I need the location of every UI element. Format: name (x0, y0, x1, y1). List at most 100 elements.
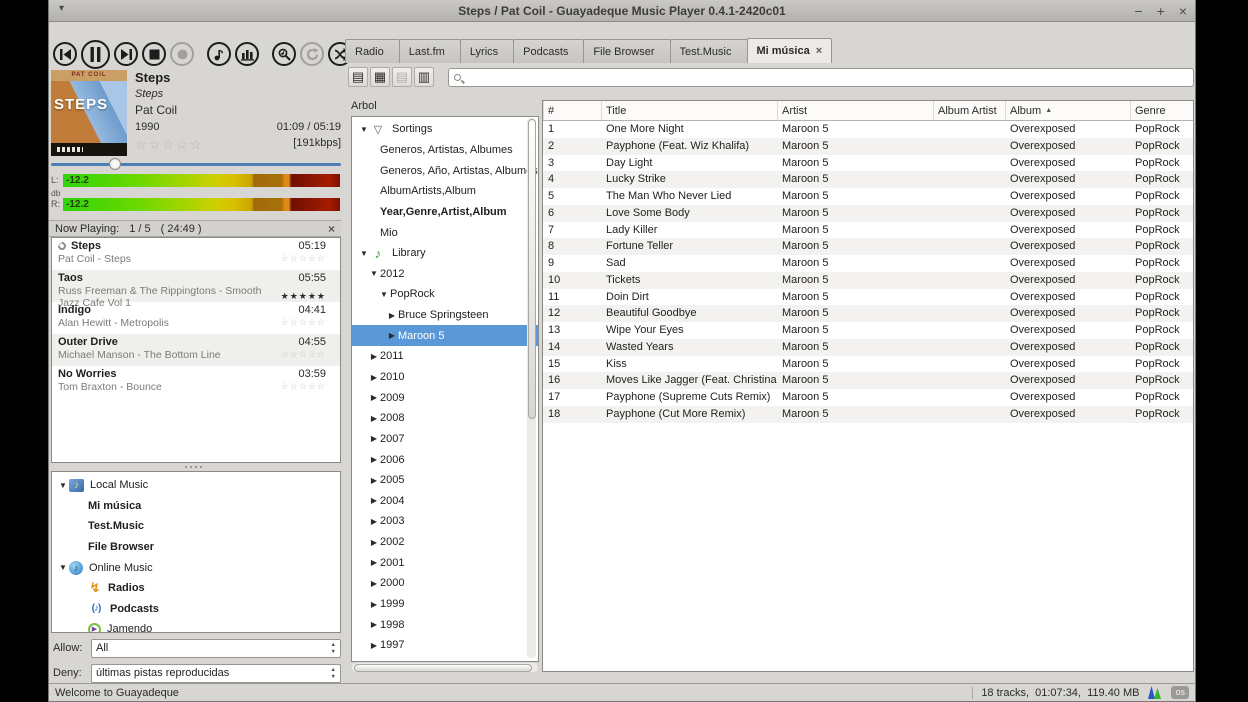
tree-view-icon[interactable]: ▥ (414, 67, 434, 87)
library-tree-item[interactable]: AlbumArtists,Album (352, 181, 538, 202)
tab-close-icon[interactable]: × (816, 45, 822, 57)
tree-expander-icon[interactable]: ▶ (368, 558, 380, 567)
tree-expander-icon[interactable]: ▶ (368, 455, 380, 464)
previous-button[interactable] (53, 42, 77, 66)
notebook-tab[interactable]: Mi música × (747, 38, 833, 63)
library-tree-item[interactable]: ▶ 2009 (352, 387, 538, 408)
notebook-tab[interactable]: Test.Music (670, 39, 748, 63)
allow-filter-select[interactable]: All ▲▼ (91, 639, 341, 658)
library-tree-item[interactable]: ▶ Bruce Springsteen (352, 305, 538, 326)
library-tree-item[interactable]: ▼ 2012 (352, 263, 538, 284)
sources-tree-item[interactable]: Jamendo (52, 619, 340, 633)
table-row[interactable]: 12 Beautiful Goodbye Maroon 5 Overexpose… (543, 305, 1193, 322)
now-playing-close-icon[interactable]: × (328, 222, 335, 236)
tree-expander-icon[interactable]: ▶ (386, 331, 398, 340)
sources-tree-item[interactable]: Mi música (52, 496, 340, 517)
tree-vertical-scrollbar[interactable] (527, 118, 536, 658)
table-row[interactable]: 7 Lady Killer Maroon 5 Overexposed PopRo… (543, 222, 1193, 239)
repeat-button[interactable] (300, 42, 324, 66)
search-input[interactable] (465, 71, 1188, 83)
notebook-tab[interactable]: Last.fm (399, 39, 461, 63)
sources-tree-item[interactable]: ▼ Local Music (52, 475, 340, 496)
library-tree-item[interactable]: ▶ 2011 (352, 346, 538, 367)
library-tree-item[interactable]: ▶ Maroon 5 (352, 325, 538, 346)
table-column-header[interactable]: Album Artist (933, 101, 1005, 120)
table-row[interactable]: 4 Lucky Strike Maroon 5 Overexposed PopR… (543, 171, 1193, 188)
sources-tree-item[interactable]: Podcasts (52, 599, 340, 620)
library-tree-item[interactable]: ▶ 2001 (352, 552, 538, 573)
table-column-header[interactable]: Genre (1130, 101, 1193, 120)
library-tree-item[interactable]: ▼ Library (352, 243, 538, 264)
tree-expander-icon[interactable]: ▶ (386, 311, 398, 320)
spinner-arrows-icon[interactable]: ▲▼ (331, 642, 336, 656)
playlist-item-rating[interactable]: ☆☆☆☆☆ (281, 253, 326, 264)
sources-tree-item[interactable]: File Browser (52, 537, 340, 558)
search-box[interactable] (448, 68, 1194, 87)
tree-horizontal-scrollbar-thumb[interactable] (354, 664, 532, 672)
tree-expander-icon[interactable]: ▼ (358, 125, 370, 134)
tree-expander-icon[interactable]: ▶ (368, 496, 380, 505)
table-column-header[interactable]: Title (601, 101, 777, 120)
tree-expander-icon[interactable]: ▶ (368, 352, 380, 361)
equalizer-button[interactable] (235, 42, 259, 66)
tree-expander-icon[interactable]: ▶ (368, 579, 380, 588)
playlist-item-rating[interactable]: ☆☆☆☆☆ (281, 317, 326, 328)
notebook-tab[interactable]: Radio (345, 39, 400, 63)
library-tree-item[interactable]: ▶ 2000 (352, 573, 538, 594)
audioscrobble-icon[interactable] (1147, 686, 1163, 699)
library-tree-item[interactable]: Mio (352, 222, 538, 243)
tree-expander-icon[interactable]: ▶ (368, 517, 380, 526)
library-tree-item[interactable]: ▶ 2003 (352, 511, 538, 532)
table-row[interactable]: 1 One More Night Maroon 5 Overexposed Po… (543, 121, 1193, 138)
table-row[interactable]: 9 Sad Maroon 5 Overexposed PopRock (543, 255, 1193, 272)
tree-expander-icon[interactable]: ▶ (368, 661, 380, 662)
titlebar[interactable]: ▾ Steps / Pat Coil - Guayadeque Music Pl… (49, 0, 1195, 22)
pane-splitter[interactable] (49, 463, 341, 471)
tree-expander-icon[interactable]: ▶ (368, 476, 380, 485)
sources-tree-item[interactable]: Test.Music (52, 516, 340, 537)
track-list-view-icon[interactable]: ▤ (348, 67, 368, 87)
playlist-item-rating[interactable]: ☆☆☆☆☆ (281, 381, 326, 392)
tree-expander-icon[interactable]: ▼ (358, 249, 370, 258)
playlist-item[interactable]: No Worries 03:59 Tom Braxton - Bounce ☆☆… (52, 366, 340, 398)
library-tree-item[interactable]: ▶ 1999 (352, 594, 538, 615)
maximize-button[interactable]: + (1157, 0, 1165, 22)
smart-play-button[interactable] (272, 42, 296, 66)
pause-button[interactable] (81, 40, 110, 69)
sources-tree-item[interactable]: Radios (52, 578, 340, 599)
library-tree-item[interactable]: ▼ PopRock (352, 284, 538, 305)
album-grid-view-icon[interactable]: ▦ (370, 67, 390, 87)
progress-knob[interactable] (109, 158, 121, 170)
deny-filter-select[interactable]: últimas pistas reproducidas ▲▼ (91, 664, 341, 683)
tree-expander-icon[interactable]: ▼ (57, 563, 69, 572)
library-tree-item[interactable]: ▶ 1998 (352, 614, 538, 635)
library-tree-item[interactable]: ▶ 2010 (352, 367, 538, 388)
library-tree-item[interactable]: Year,Genre,Artist,Album (352, 202, 538, 223)
library-tree-item[interactable]: ▶ 1997 (352, 635, 538, 656)
table-row[interactable]: 16 Moves Like Jagger (Feat. Christina Ag… (543, 372, 1193, 389)
tree-expander-icon[interactable]: ▶ (368, 414, 380, 423)
tree-expander-icon[interactable]: ▶ (368, 434, 380, 443)
table-row[interactable]: 3 Day Light Maroon 5 Overexposed PopRock (543, 155, 1193, 172)
spinner-arrows-icon[interactable]: ▲▼ (331, 667, 336, 681)
notebook-tab[interactable]: Lyrics (460, 39, 514, 63)
table-column-header[interactable]: Artist (777, 101, 933, 120)
playlist-item[interactable]: Steps 05:19 Pat Coil - Steps ☆☆☆☆☆ (52, 238, 340, 270)
table-row[interactable]: 14 Wasted Years Maroon 5 Overexposed Pop… (543, 339, 1193, 356)
table-column-header[interactable]: # (543, 101, 601, 120)
tree-expander-icon[interactable]: ▶ (368, 393, 380, 402)
playlist-item[interactable]: Outer Drive 04:55 Michael Manson - The B… (52, 334, 340, 366)
table-row[interactable]: 5 The Man Who Never Lied Maroon 5 Overex… (543, 188, 1193, 205)
table-row[interactable]: 2 Payphone (Feat. Wiz Khalifa) Maroon 5 … (543, 138, 1193, 155)
next-button[interactable] (114, 42, 138, 66)
album-art[interactable]: PAT COIL STEPS (51, 70, 127, 156)
library-tree-item[interactable]: ▶ 2005 (352, 470, 538, 491)
tree-expander-icon[interactable]: ▶ (368, 641, 380, 650)
notebook-tab[interactable]: File Browser (583, 39, 670, 63)
record-button[interactable] (170, 42, 194, 66)
progress-track[interactable] (51, 163, 341, 166)
track-rating[interactable]: ☆☆☆☆☆ (135, 137, 203, 153)
tree-expander-icon[interactable]: ▼ (57, 481, 69, 490)
sources-tree-item[interactable]: ▼ Online Music (52, 557, 340, 578)
tree-expander-icon[interactable]: ▶ (368, 620, 380, 629)
